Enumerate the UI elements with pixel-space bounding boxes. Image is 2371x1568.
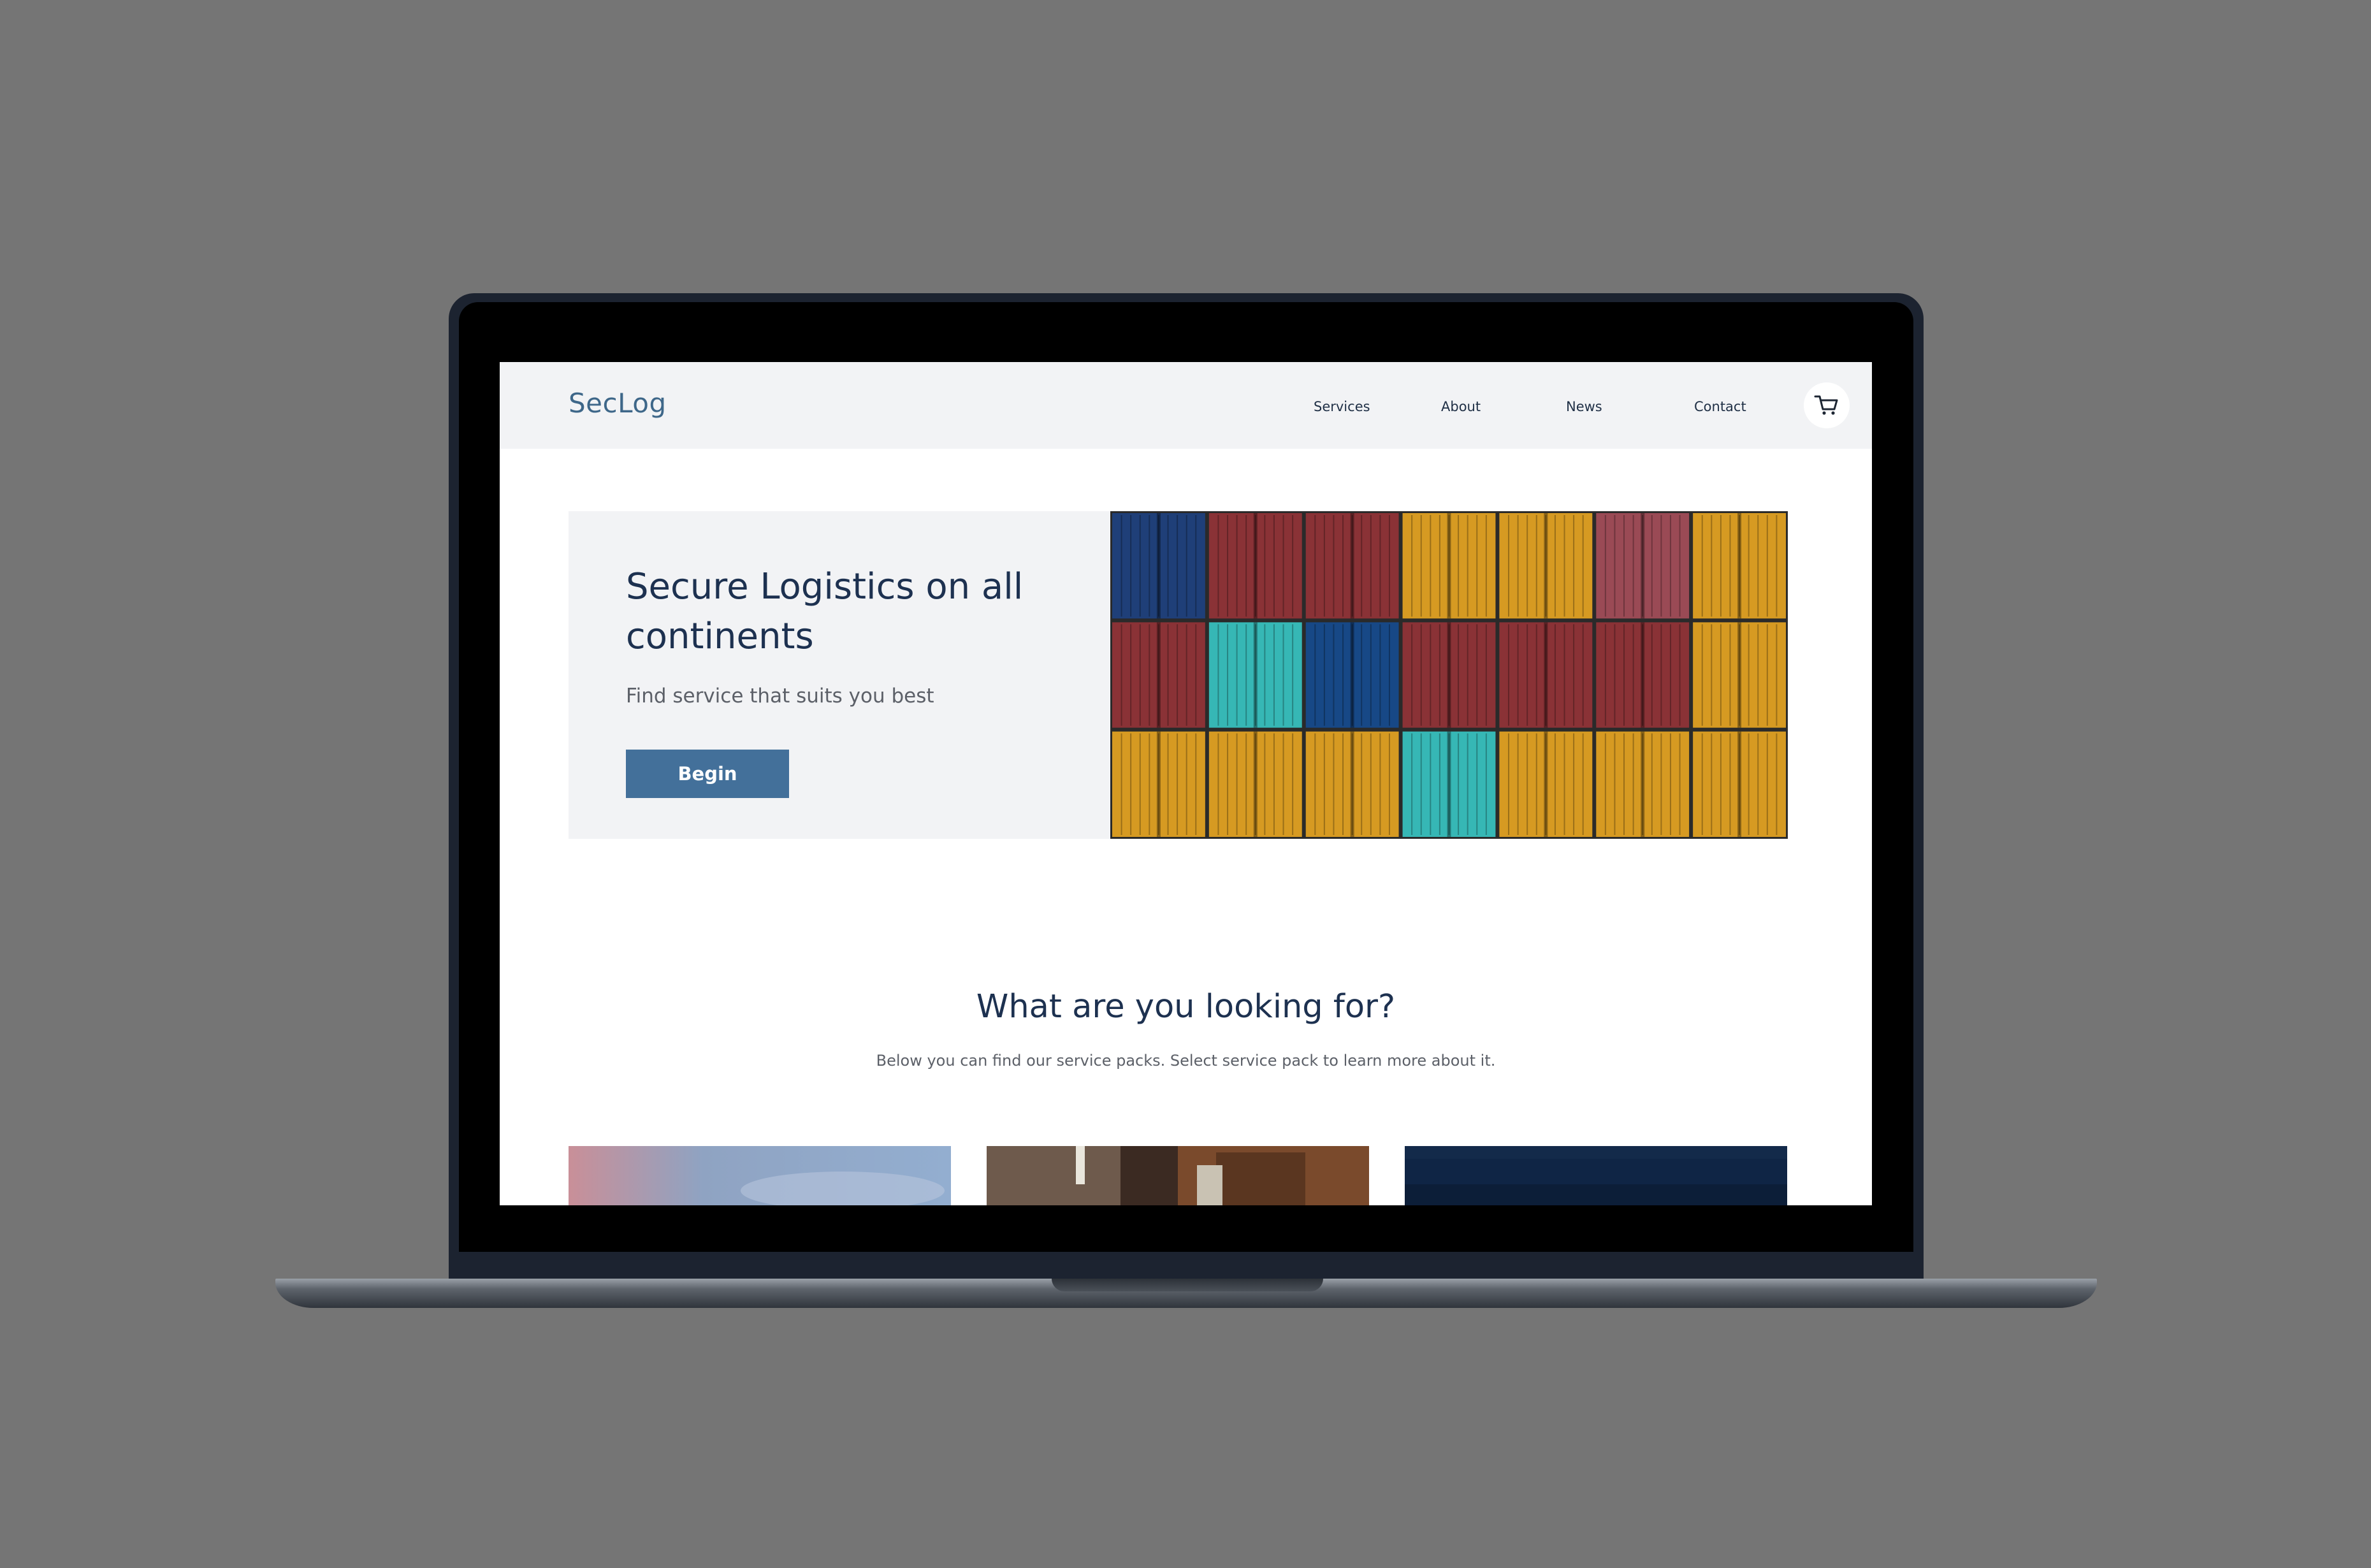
nav-news[interactable]: News	[1566, 399, 1602, 414]
site-logo[interactable]: SecLog	[569, 388, 667, 419]
container-door-seam	[1737, 622, 1742, 728]
container-door-seam	[1447, 513, 1451, 619]
hero-panel: Secure Logistics on all continents Find …	[569, 511, 1110, 839]
containers-illustration	[1112, 513, 1786, 837]
container-door-seam	[1447, 731, 1451, 837]
service-card-ocean[interactable]	[1405, 1146, 1787, 1205]
container-door-seam	[1641, 513, 1645, 619]
hero-containers-image	[1110, 511, 1788, 839]
container-door-seam	[1447, 622, 1451, 728]
services-description: Below you can find our service packs. Se…	[876, 1052, 1496, 1070]
container-door-seam	[1641, 731, 1645, 837]
ocean-photo	[1405, 1146, 1787, 1205]
services-title: What are you looking for?	[976, 988, 1396, 1026]
cart-button[interactable]	[1804, 382, 1850, 428]
container-door-seam	[1156, 731, 1161, 837]
container-door-seam	[1544, 622, 1548, 728]
container-door-seam	[1350, 513, 1354, 619]
container-door-seam	[1253, 731, 1258, 837]
container-door-seam	[1253, 513, 1258, 619]
container-door-seam	[1641, 622, 1645, 728]
container-door-seam	[1156, 513, 1161, 619]
begin-button[interactable]: Begin	[626, 750, 789, 798]
site-header: SecLog Services About News Contact	[500, 362, 1872, 449]
container-door-seam	[1350, 622, 1354, 728]
sky-photo	[569, 1146, 951, 1205]
container-door-seam	[1156, 622, 1161, 728]
laptop-notch	[1052, 1279, 1323, 1291]
shopping-cart-icon	[1814, 395, 1838, 415]
hero-subtitle: Find service that suits you best	[626, 685, 934, 708]
container-door-seam	[1544, 513, 1548, 619]
container-door-seam	[1544, 731, 1548, 837]
nav-services[interactable]: Services	[1314, 399, 1370, 414]
container-door-seam	[1350, 731, 1354, 837]
container-door-seam	[1737, 731, 1742, 837]
warehouse-photo	[987, 1146, 1369, 1205]
container-door-seam	[1253, 622, 1258, 728]
container-door-seam	[1737, 513, 1742, 619]
hero-title: Secure Logistics on all continents	[626, 566, 1024, 657]
service-card-warehouse[interactable]	[987, 1146, 1369, 1205]
nav-about[interactable]: About	[1441, 399, 1481, 414]
nav-contact[interactable]: Contact	[1694, 399, 1746, 414]
service-card-sky[interactable]	[569, 1146, 951, 1205]
browser-screen: SecLog Services About News Contact Secur…	[500, 362, 1872, 1205]
